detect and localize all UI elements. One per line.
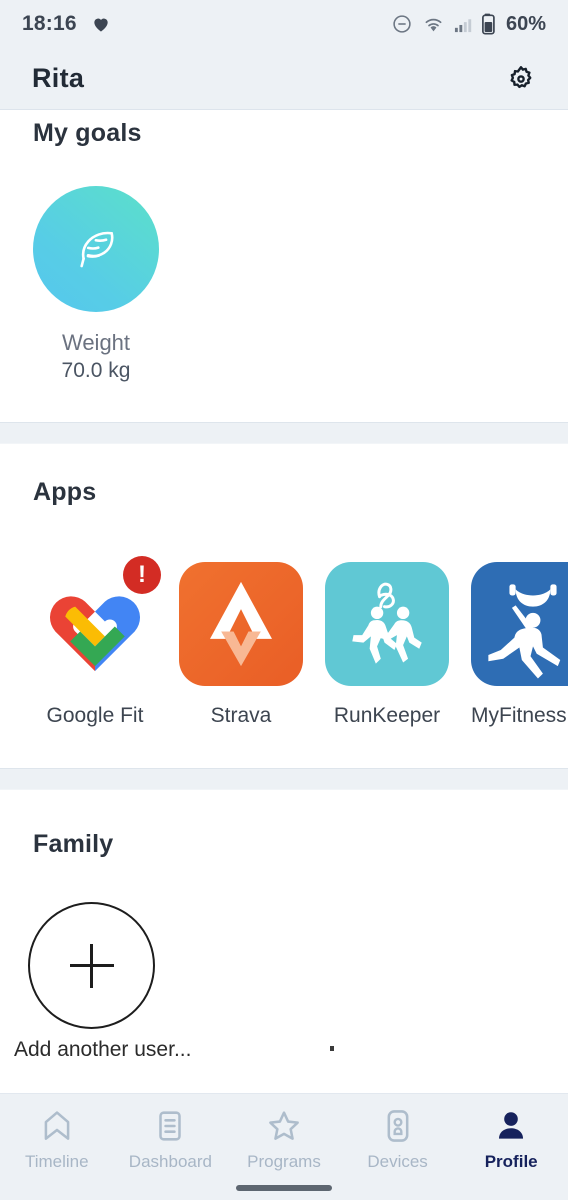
do-not-disturb-icon: [393, 15, 411, 33]
star-icon: [269, 1111, 299, 1140]
app-icon-wrap: [325, 562, 449, 686]
feather-icon: [80, 231, 114, 268]
heart-icon: [94, 18, 108, 32]
app-icon-wrap: [179, 562, 303, 686]
app-tile: [325, 562, 449, 686]
status-time: 18:16: [22, 12, 77, 35]
page-title: Rita: [32, 63, 85, 93]
app-header: Rita: [0, 48, 568, 110]
status-bar: 18:16 60%: [0, 0, 568, 48]
runkeeper-icon: [352, 582, 422, 664]
goals-section-title: My goals: [33, 119, 142, 147]
goal-icon-circle: [33, 186, 159, 312]
nav-label: Dashboard: [128, 1152, 212, 1171]
status-bar-left: 18:16: [22, 12, 111, 36]
nav-label: Profile: [484, 1152, 538, 1171]
home-indicator: [236, 1185, 332, 1191]
dashboard-icon: [159, 1111, 182, 1141]
bottom-navigation: Timeline Dashboard Programs Devices Prof…: [0, 1093, 568, 1200]
app-label: Strava: [210, 704, 272, 727]
app-label: Google Fit: [46, 704, 144, 727]
add-user-label: Add another user...: [14, 1038, 192, 1061]
nav-item-profile[interactable]: Profile: [455, 1107, 568, 1172]
app-item-strava[interactable]: Strava: [179, 562, 303, 728]
add-user-button[interactable]: [28, 902, 155, 1029]
nav-item-devices[interactable]: Devices: [341, 1107, 454, 1172]
section-divider-2: [0, 768, 568, 790]
status-badge: !: [123, 556, 161, 594]
app-label: RunKeeper: [333, 704, 441, 727]
strava-icon: [210, 581, 272, 667]
person-icon: [499, 1112, 524, 1139]
stray-dot: [330, 1046, 334, 1051]
app-item-myfitnesspal[interactable]: MyFitnessPal: [471, 562, 568, 728]
nav-item-programs[interactable]: Programs: [227, 1107, 340, 1172]
wifi-icon: [425, 18, 442, 31]
family-section-title: Family: [33, 830, 114, 858]
app-tile: [179, 562, 303, 686]
goal-item-weight[interactable]: Weight 70.0 kg: [33, 186, 159, 383]
app-screen: 18:16 60% Rita My goals Weight 70.0 kg A…: [0, 0, 568, 1200]
myfitnesspal-icon: [488, 584, 561, 679]
cellular-signal-icon: [454, 18, 472, 32]
nav-item-dashboard[interactable]: Dashboard: [114, 1107, 227, 1172]
goals-section: My goals Weight 70.0 kg: [0, 111, 568, 422]
plus-icon: [69, 943, 114, 988]
status-bar-right: 60%: [391, 13, 546, 36]
section-divider-1: [0, 422, 568, 444]
app-tile: [471, 562, 568, 686]
goal-value: 70.0 kg: [61, 359, 131, 382]
timeline-icon: [44, 1111, 70, 1140]
app-icon-wrap: [471, 562, 568, 686]
app-icon-wrap: !: [33, 556, 161, 686]
nav-label: Devices: [367, 1152, 428, 1171]
app-item-google-fit[interactable]: ! Google Fit: [33, 556, 161, 728]
nav-label: Programs: [247, 1152, 321, 1171]
battery-icon: [482, 13, 495, 35]
watch-icon: [387, 1110, 409, 1142]
apps-list[interactable]: ! Google Fit Strava RunKeeper MyFitness: [33, 556, 568, 728]
apps-section-title: Apps: [33, 478, 97, 506]
apps-section: Apps ! Google Fit Strava RunKeeper MyFit…: [0, 444, 568, 768]
app-item-runkeeper[interactable]: RunKeeper: [325, 562, 449, 728]
settings-button[interactable]: [504, 62, 538, 96]
app-label: MyFitnessPal: [471, 704, 568, 727]
battery-percentage: 60%: [505, 12, 546, 35]
nav-item-timeline[interactable]: Timeline: [0, 1107, 113, 1172]
add-user-circle: [28, 902, 155, 1029]
goal-label: Weight: [61, 330, 131, 355]
nav-label: Timeline: [24, 1152, 89, 1171]
gear-icon: [510, 65, 532, 88]
